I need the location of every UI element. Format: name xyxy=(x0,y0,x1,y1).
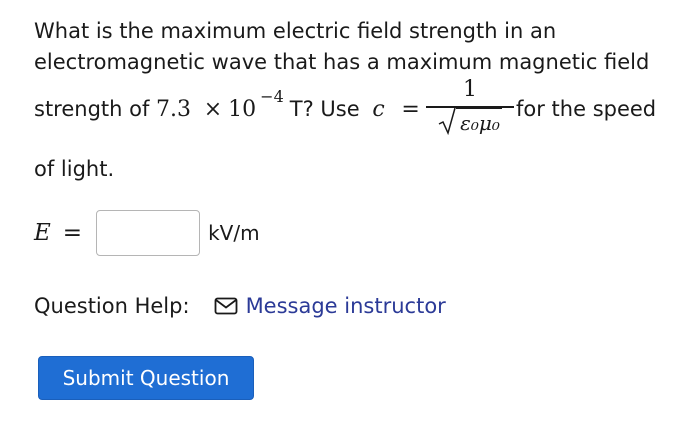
question-help: Question Help: Message instructor xyxy=(34,294,446,318)
question-line-3: strength of 7.3 × 10−4 T? Use c = 1 ε₀μ₀ f… xyxy=(34,77,656,135)
question-line-2: electromagnetic wave that has a maximum … xyxy=(34,50,650,74)
fraction-numerator: 1 xyxy=(463,77,477,102)
times-sign: × xyxy=(203,97,223,122)
mail-icon xyxy=(214,297,237,315)
answer-equals-sign: = xyxy=(62,220,83,246)
answer-variable: E xyxy=(34,220,51,246)
square-root: ε₀μ₀ xyxy=(438,107,502,135)
answer-input[interactable] xyxy=(96,210,201,256)
message-instructor-link[interactable]: Message instructor xyxy=(246,294,446,318)
radical-sign-icon xyxy=(438,107,456,135)
question-line-1: What is the maximum electric field stren… xyxy=(34,19,557,43)
speed-of-light-fraction: 1 ε₀μ₀ xyxy=(426,76,514,135)
power-base: 10 xyxy=(228,97,257,122)
fraction-denominator: ε₀μ₀ xyxy=(426,107,514,135)
power-exponent: −4 xyxy=(260,87,284,106)
answer-unit: kV/m xyxy=(208,221,260,245)
tesla-unit-text: T? Use xyxy=(289,97,360,121)
question-page: What is the maximum electric field stren… xyxy=(0,0,700,422)
permittivity-permeability: ε₀μ₀ xyxy=(456,107,502,135)
question-help-label: Question Help: xyxy=(34,294,190,318)
question-line-4: of light. xyxy=(34,157,115,181)
question-line-3-suffix: for the speed xyxy=(516,97,657,121)
coefficient: 7.3 xyxy=(156,97,192,122)
equals-sign: = xyxy=(401,97,420,122)
question-line-3-prefix: strength of xyxy=(34,97,157,121)
question-text: What is the maximum electric field stren… xyxy=(34,16,674,181)
speed-of-light-var: c xyxy=(372,97,385,122)
submit-question-button[interactable]: Submit Question xyxy=(38,356,254,400)
answer-row: E = kV/m xyxy=(34,208,260,258)
